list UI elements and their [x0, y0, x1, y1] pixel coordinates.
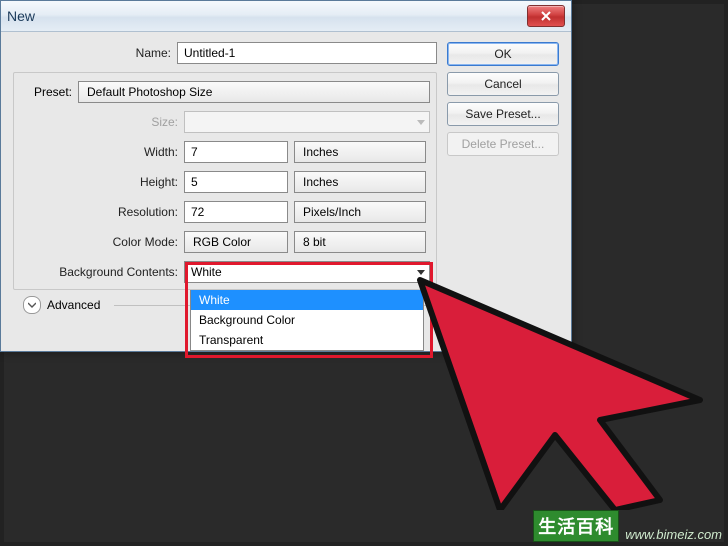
delete-preset-button: Delete Preset... [447, 132, 559, 156]
name-label: Name: [13, 46, 171, 60]
advanced-expander[interactable] [23, 296, 41, 314]
resolution-label: Resolution: [20, 205, 178, 219]
bg-option-white[interactable]: White [191, 290, 423, 310]
preset-fieldset: Preset: Default Photoshop Size Size: Wid… [13, 72, 437, 290]
name-input[interactable]: Untitled-1 [177, 42, 437, 64]
bg-option-background-color[interactable]: Background Color [191, 310, 423, 330]
chevron-down-icon [28, 301, 36, 309]
height-unit-dropdown[interactable]: Inches [294, 171, 426, 193]
bg-label: Background Contents: [20, 265, 178, 279]
bg-option-transparent[interactable]: Transparent [191, 330, 423, 350]
width-unit-dropdown[interactable]: Inches [294, 141, 426, 163]
bit-depth-dropdown[interactable]: 8 bit [294, 231, 426, 253]
titlebar: New [1, 1, 571, 32]
width-input[interactable]: 7 [184, 141, 288, 163]
bg-contents-dropdown[interactable]: White [184, 261, 430, 283]
bg-contents-dropdown-list: White Background Color Transparent [190, 290, 424, 351]
color-mode-dropdown[interactable]: RGB Color [184, 231, 288, 253]
height-input[interactable]: 5 [184, 171, 288, 193]
resolution-unit-dropdown[interactable]: Pixels/Inch [294, 201, 426, 223]
preset-dropdown[interactable]: Default Photoshop Size [78, 81, 430, 103]
save-preset-button[interactable]: Save Preset... [447, 102, 559, 126]
preset-label: Preset: [20, 85, 72, 99]
cancel-button[interactable]: Cancel [447, 72, 559, 96]
watermark-url: www.bimeiz.com [625, 527, 722, 542]
color-mode-label: Color Mode: [20, 235, 178, 249]
chevron-down-icon [417, 270, 425, 275]
height-label: Height: [20, 175, 178, 189]
size-dropdown [184, 111, 430, 133]
watermark: 生活百科 www.bimeiz.com [533, 510, 722, 542]
size-label: Size: [20, 115, 178, 129]
watermark-badge: 生活百科 [533, 510, 619, 542]
chevron-down-icon [417, 120, 425, 125]
window-title: New [7, 8, 527, 24]
width-label: Width: [20, 145, 178, 159]
resolution-input[interactable]: 72 [184, 201, 288, 223]
close-icon [541, 11, 551, 21]
ok-button[interactable]: OK [447, 42, 559, 66]
advanced-label: Advanced [47, 298, 100, 312]
close-button[interactable] [527, 5, 565, 27]
